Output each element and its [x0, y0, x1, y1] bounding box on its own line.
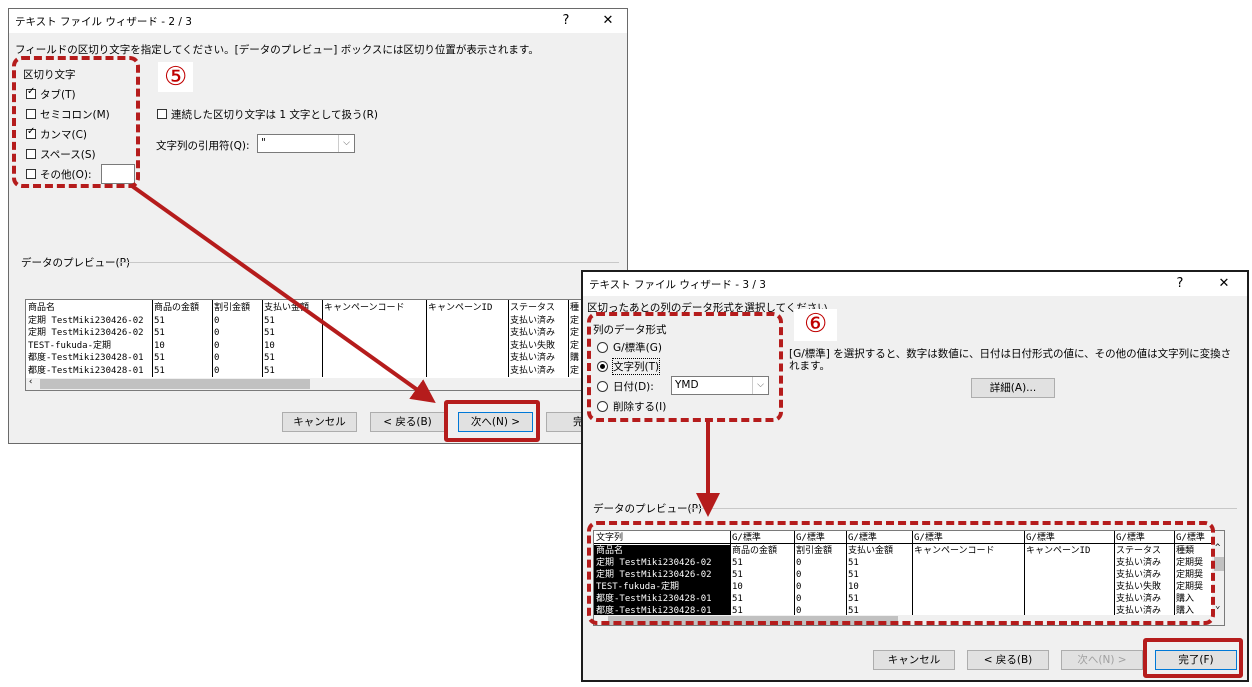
- arrow-to-next-button: [130, 184, 436, 403]
- arrows-overlay: [130, 184, 720, 517]
